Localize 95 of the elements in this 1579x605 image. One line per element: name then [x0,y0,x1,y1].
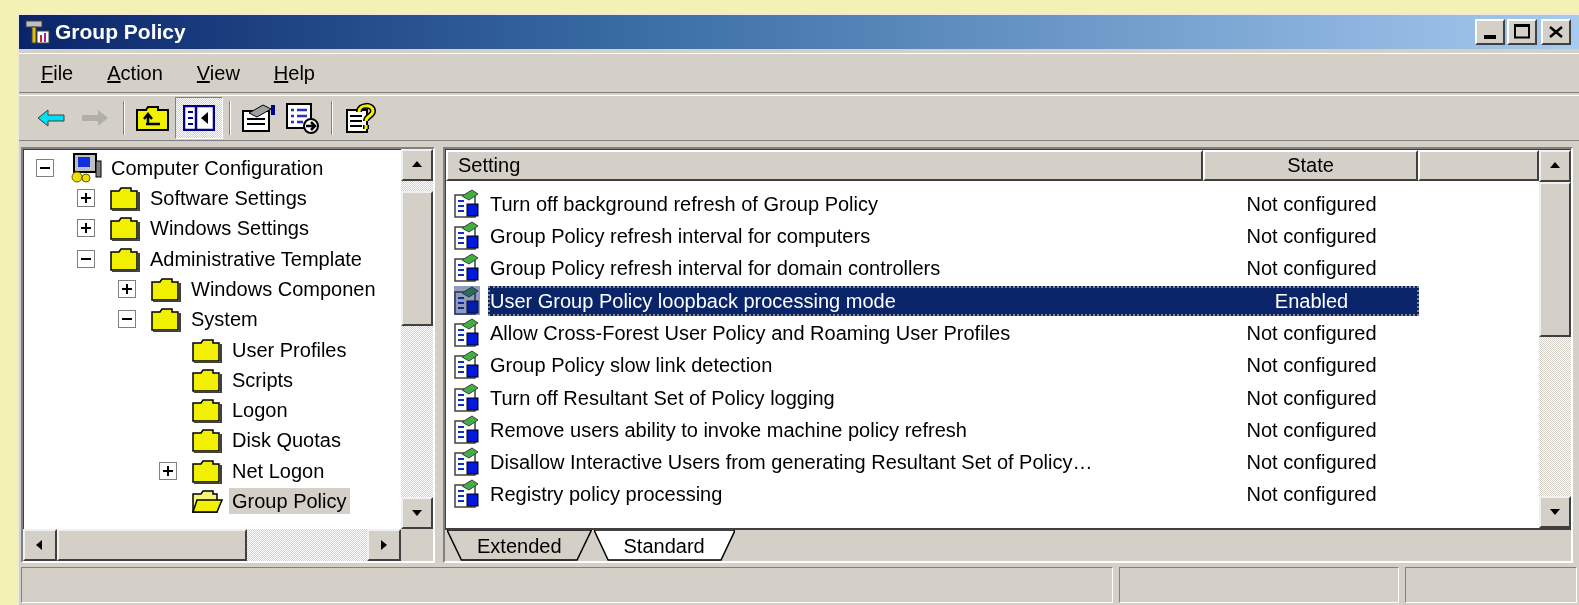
minimize-icon [1484,34,1496,39]
folder-icon [109,215,141,242]
close-button[interactable] [1541,18,1571,45]
split-pane-icon [183,104,215,131]
folder-icon [150,306,182,333]
sheet-tab[interactable]: Standard [593,530,735,562]
state-cell-text: Not configured [1245,353,1378,379]
scroll-thumb[interactable] [57,529,247,562]
folder-icon [191,366,223,393]
folder-icon [109,245,141,272]
setting-cell-text: Remove users ability to invoke machine policy refresh [489,417,968,443]
column-header[interactable]: Setting [446,149,1203,181]
setting-cell-text: Group Policy refresh interval for computers [489,224,872,249]
policy-row[interactable]: Group Policy refresh interval for computers Not configured [488,221,1419,251]
forward-arrow-icon [80,107,110,128]
export-list-icon [285,101,321,134]
show-tree-button[interactable] [175,96,223,139]
policy-row[interactable]: Remove users ability to invoke machine policy refresh Not configured [488,414,1419,445]
setting-cell-text: Group Policy slow link detection [489,353,774,379]
tree-item[interactable]: Software Settings [147,185,310,211]
state-cell-text: Not configured [1245,482,1378,508]
tree-item[interactable]: Computer Configuration [108,154,327,181]
state-cell-text: Enabled [1273,288,1350,314]
menu-item[interactable]: Help [269,57,319,88]
setting-cell-text: User Group Policy loopback processing mode [489,288,897,314]
close-icon [1549,25,1563,38]
setting-cell-text: Turn off Resultant Set of Policy logging [489,385,836,411]
scroll-up-button[interactable] [1539,149,1571,182]
tree-item[interactable]: System [188,306,261,333]
tree-item[interactable]: Group Policy [229,488,350,514]
policy-row[interactable]: Allow Cross-Forest User Policy and Roaming User Profiles Not configured [488,317,1419,348]
minus-box-icon[interactable] [36,158,54,177]
policy-row[interactable]: Registry policy processing Not configured [488,479,1419,510]
policy-row[interactable]: Disallow Interactive Users from generating Resultant Set of Policy… Not configured [488,447,1419,478]
state-cell-text: Not configured [1245,385,1378,411]
menu-item[interactable]: Action [103,57,167,88]
maximize-icon [1514,24,1530,40]
setting-cell-text: Allow Cross-Forest User Policy and Roaming User Profiles [489,320,1012,346]
column-header[interactable]: State [1203,149,1418,181]
setting-cell-text: Turn off background refresh of Group Policy [489,191,879,217]
folder-icon [109,185,141,211]
policy-row[interactable]: Turn off Resultant Set of Policy logging Not configured [488,382,1419,413]
minus-box-icon[interactable] [118,310,136,329]
scroll-right-button[interactable] [367,529,401,562]
policy-row[interactable]: Turn off background refresh of Group Policy Not configured [488,188,1419,219]
state-cell-text: Not configured [1245,256,1378,282]
plus-box-icon[interactable] [77,219,95,238]
plus-box-icon[interactable] [118,279,136,298]
folder-icon [150,275,182,302]
state-cell-text: Not configured [1245,191,1378,217]
maximize-button[interactable] [1507,18,1537,45]
tree-item[interactable]: Administrative Template [147,245,365,272]
scroll-down-button[interactable] [401,497,433,530]
tree-item[interactable]: User Profiles [229,336,350,363]
scroll-down-button[interactable] [1539,496,1571,529]
folder-icon [191,397,223,424]
folder-icon [191,457,223,484]
scroll-up-button[interactable] [401,148,433,181]
menu-item[interactable]: View [192,57,244,88]
folder-icon [191,336,223,363]
tree-item[interactable]: Windows Componen [188,275,379,302]
scroll-thumb[interactable] [1539,181,1571,337]
tree-item[interactable]: Disk Quotas [229,427,344,454]
state-cell-text: Not configured [1245,320,1378,346]
minimize-button[interactable] [1475,18,1505,45]
computer-icon [68,152,102,183]
scroll-thumb[interactable] [401,190,433,326]
properties-icon [241,102,277,133]
policy-row[interactable]: Group Policy refresh interval for domain controllers Not configured [488,253,1419,284]
plus-box-icon[interactable] [159,461,177,480]
setting-cell-text: Disallow Interactive Users from generating Resultant Set of Policy… [489,450,1094,476]
tree-item[interactable]: Net Logon [229,457,328,484]
plus-box-icon[interactable] [77,189,95,207]
hammer-icon [23,17,51,46]
menu-item[interactable]: File [37,57,78,88]
policy-row[interactable]: Group Policy slow link detection Not configured [488,350,1419,381]
minus-box-icon[interactable] [77,249,95,268]
column-header[interactable] [1418,149,1539,181]
state-cell-text: Not configured [1245,224,1378,249]
state-cell-text: Not configured [1245,417,1378,443]
setting-cell-text: Registry policy processing [489,482,724,508]
help-icon [345,101,377,134]
policy-row[interactable]: User Group Policy loopback processing mode Enabled [488,285,1419,316]
open-folder-icon [191,488,223,514]
folder-icon [191,427,223,454]
tree-item[interactable]: Windows Settings [147,215,312,242]
tree-item[interactable]: Scripts [229,366,297,393]
state-cell-text: Not configured [1245,450,1378,476]
scroll-left-button[interactable] [23,529,57,562]
back-arrow-icon [36,107,66,128]
tree-item[interactable]: Logon [229,397,291,424]
window-title: Group Policy [55,19,186,46]
up-folder-icon [136,103,170,132]
sheet-tab[interactable]: Extended [447,530,592,562]
setting-cell-text: Group Policy refresh interval for domain controllers [489,256,942,282]
